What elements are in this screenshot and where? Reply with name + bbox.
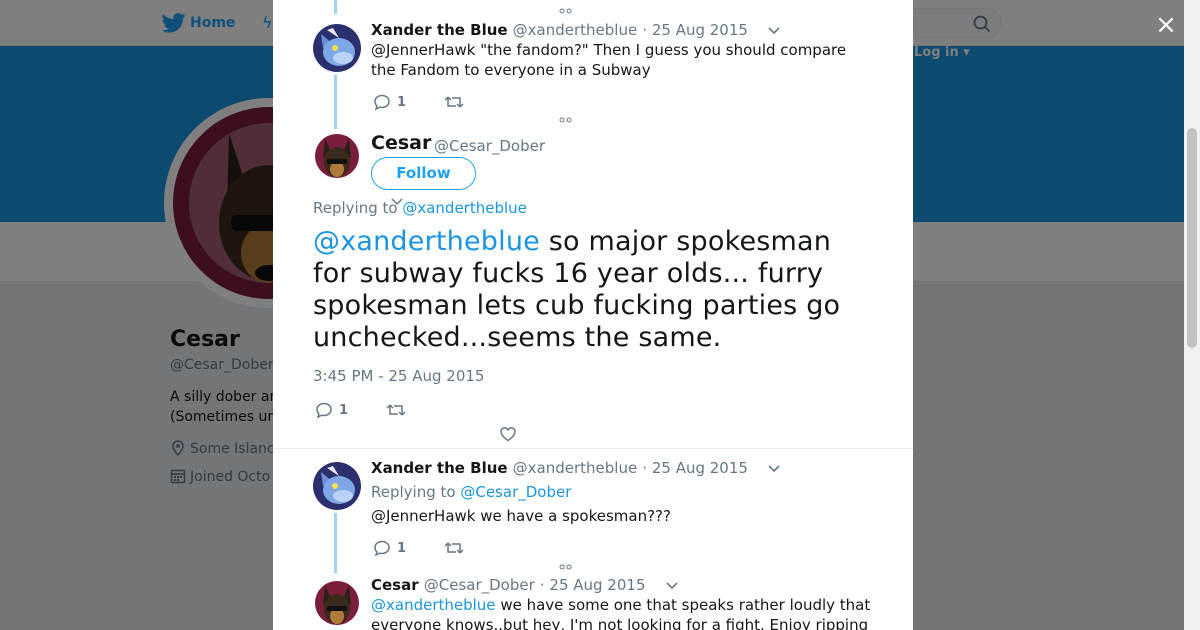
tweet-header: Xander the Blue @xandertheblue · 25 Aug … xyxy=(371,20,781,39)
thread-more-icon xyxy=(559,8,572,14)
thread-more-icon xyxy=(559,117,572,123)
heart-icon[interactable] xyxy=(499,425,517,443)
thread-line xyxy=(334,513,337,573)
thread-line xyxy=(334,0,337,14)
replying-to-label: Replying to xyxy=(371,483,456,501)
tweet-modal: Xander the Blue @xandertheblue · 25 Aug … xyxy=(273,0,913,630)
reply-icon[interactable] xyxy=(315,401,333,419)
reply-icon[interactable] xyxy=(373,93,391,111)
author-handle[interactable]: @Cesar_Dober xyxy=(424,576,535,594)
scrollbar-thumb[interactable] xyxy=(1187,128,1197,348)
tweet-header: Xander the Blue @xandertheblue · 25 Aug … xyxy=(371,458,781,477)
avatar[interactable] xyxy=(313,579,361,627)
close-icon[interactable]: × xyxy=(1152,11,1180,39)
tweet-time[interactable]: · 25 Aug 2015 xyxy=(540,576,646,594)
tweet-actions: 1 xyxy=(373,539,464,557)
thread-more-icon xyxy=(559,564,572,570)
author-name[interactable]: Xander the Blue xyxy=(371,21,508,39)
tweet-actions: 1 xyxy=(373,93,464,111)
divider xyxy=(273,448,913,449)
replying-to-link[interactable]: @xandertheblue xyxy=(402,199,527,217)
tweet-text: @JennerHawk we have a spokesman??? xyxy=(371,507,671,525)
reply-count: 1 xyxy=(397,94,407,110)
xander-avatar-image xyxy=(313,462,361,510)
replying-to-label: Replying to xyxy=(313,199,398,217)
tweet-actions: 1 xyxy=(315,401,406,419)
retweet-icon[interactable] xyxy=(444,93,464,111)
tweet-text-body: we have some one that speaks rather loud… xyxy=(495,596,871,614)
author-name[interactable]: Xander the Blue xyxy=(371,459,508,477)
chevron-down-icon[interactable] xyxy=(767,23,781,37)
tweet-header: Cesar @Cesar_Dober · 25 Aug 2015 xyxy=(371,575,679,594)
author-name[interactable]: Cesar xyxy=(371,576,419,594)
replying-to: Replying to @Cesar_Dober xyxy=(371,482,571,502)
cesar-avatar-image xyxy=(313,579,361,627)
avatar[interactable] xyxy=(313,24,361,72)
replying-to-link[interactable]: @Cesar_Dober xyxy=(460,483,571,501)
follow-button[interactable]: Follow xyxy=(371,157,476,190)
chevron-down-icon[interactable] xyxy=(665,578,679,592)
author-handle[interactable]: @xandertheblue xyxy=(513,459,638,477)
main-tweet-text: @xandertheblue so major spokesman for su… xyxy=(313,226,873,354)
avatar[interactable] xyxy=(313,132,361,180)
cesar-avatar-image xyxy=(313,132,361,180)
tweet-time[interactable]: · 25 Aug 2015 xyxy=(642,21,748,39)
chevron-down-icon[interactable] xyxy=(767,461,781,475)
author-name[interactable]: Cesar xyxy=(371,132,431,154)
xander-avatar-image xyxy=(313,24,361,72)
author-handle[interactable]: @Cesar_Dober xyxy=(434,137,545,155)
reply-icon[interactable] xyxy=(373,539,391,557)
tweet-text: @JennerHawk "the fandom?" Then I guess y… xyxy=(371,41,847,79)
avatar[interactable] xyxy=(313,462,361,510)
mention-link[interactable]: @xandertheblue xyxy=(313,226,540,257)
tweet-text: @xandertheblue we have some one that spe… xyxy=(371,595,871,630)
tweet-time[interactable]: · 25 Aug 2015 xyxy=(642,459,748,477)
author-handle[interactable]: @xandertheblue xyxy=(513,21,638,39)
thread-line xyxy=(334,75,337,129)
replying-to: Replying to @xandertheblue xyxy=(313,199,527,217)
reply-count: 1 xyxy=(339,402,349,418)
mention-link[interactable]: @xandertheblue xyxy=(371,596,496,614)
retweet-icon[interactable] xyxy=(444,539,464,557)
tweet-text-line: everyone knows..but hey, I'm not looking… xyxy=(371,616,869,630)
reply-count: 1 xyxy=(397,540,407,556)
page-scrollbar[interactable] xyxy=(1184,0,1200,630)
tweet-timestamp[interactable]: 3:45 PM - 25 Aug 2015 xyxy=(313,367,484,385)
retweet-icon[interactable] xyxy=(386,401,406,419)
